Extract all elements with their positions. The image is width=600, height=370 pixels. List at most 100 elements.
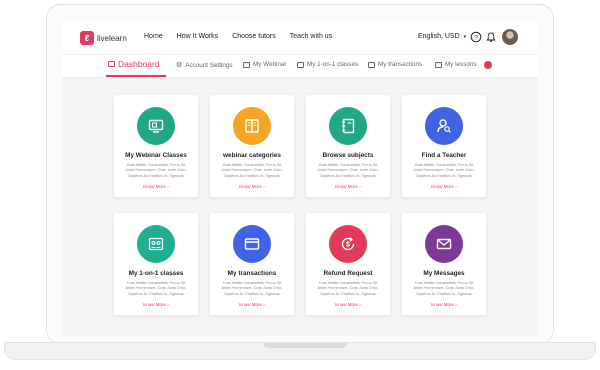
main-nav: Home How It Works Choose tutors Teach wi…: [144, 33, 332, 40]
language-currency-select[interactable]: English, USD ▾: [418, 33, 466, 40]
card-icon: [244, 238, 260, 250]
card-icon-circle: [329, 107, 367, 145]
know-more-label: Know More: [239, 184, 262, 189]
tab-account-settings-label: Account Settings: [185, 61, 233, 69]
nav-choose-tutors[interactable]: Choose tutors: [232, 33, 276, 40]
card-title: My Messages: [423, 270, 465, 277]
card-refund-request[interactable]: $ Refund Request Cras Mattis Consectetur…: [306, 213, 390, 315]
help-icon[interactable]: ?: [470, 31, 482, 43]
know-more-link[interactable]: Know More ›: [402, 184, 486, 189]
tab-my-transactions[interactable]: My transactions: [368, 61, 422, 68]
classes-icon: [297, 61, 304, 68]
card-title: webinar categories: [223, 152, 281, 159]
card-icon-circle: [233, 107, 271, 145]
card-my-messages[interactable]: My Messages Cras Mattis Consectetur Puru…: [402, 213, 486, 315]
user-avatar[interactable]: [502, 29, 518, 45]
notification-badge: [484, 61, 492, 69]
card-title: My transactions: [227, 270, 277, 277]
know-more-label: Know More: [431, 302, 454, 307]
know-more-link[interactable]: Know More ›: [306, 302, 390, 307]
card-description: Cras Mattis Consectetur Purus Sit Amet F…: [317, 162, 379, 178]
logo-text: livelearn: [97, 33, 127, 43]
card-description: Cras Mattis Consectetur Purus Sit Amet F…: [413, 280, 475, 296]
know-more-label: Know More: [143, 184, 166, 189]
chevron-right-icon: ›: [359, 184, 361, 189]
settings-icon: ⚙: [176, 62, 183, 69]
mail-icon: [436, 238, 452, 250]
card-my-transactions[interactable]: My transactions Cras Mattis Consectetur …: [210, 213, 294, 315]
card-description: Cras Mattis Consectetur Purus Sit Amet F…: [125, 162, 187, 178]
card-icon-circle: $: [329, 225, 367, 263]
tab-my-webinar[interactable]: My Webinar: [243, 61, 286, 68]
monitor-icon: [243, 61, 250, 68]
card-title: Find a Teacher: [421, 152, 467, 159]
tab-my-lessons-label: My lessons: [445, 61, 477, 68]
card-icon-circle: [233, 225, 271, 263]
chevron-right-icon: ›: [167, 302, 169, 307]
refund-icon: $: [341, 237, 355, 251]
tab-my-1on1-classes-label: My 1-on-1 classes: [307, 61, 359, 68]
laptop-notch: [263, 343, 347, 348]
know-more-link[interactable]: Know More ›: [114, 184, 198, 189]
card-description: Cras Mattis Consectetur Purus Sit Amet F…: [413, 162, 475, 178]
card-icon-circle: [137, 107, 175, 145]
card-description: Cras Mattis Consectetur Purus Sit Amet F…: [125, 280, 187, 296]
nav-how-it-works[interactable]: How It Works: [177, 33, 219, 40]
app-screen: ℓ livelearn Home How It Works Choose tut…: [62, 22, 538, 336]
tab-dashboard-label: Dashboard: [118, 59, 160, 69]
chevron-right-icon: ›: [359, 302, 361, 307]
tab-dashboard[interactable]: Dashboard: [108, 59, 160, 69]
know-more-link[interactable]: Know More ›: [210, 184, 294, 189]
card-my-webinar-classes[interactable]: My Webinar Classes Cras Mattis Consectet…: [114, 95, 198, 197]
top-navbar: ℓ livelearn Home How It Works Choose tut…: [62, 22, 538, 55]
dashboard-icon: [108, 61, 115, 67]
card-title: Refund Request: [323, 270, 373, 277]
book-icon: [245, 119, 259, 133]
chevron-right-icon: ›: [263, 302, 265, 307]
know-more-link[interactable]: Know More ›: [114, 302, 198, 307]
laptop-base: [4, 342, 596, 360]
card-icon-circle: [425, 107, 463, 145]
contacts-icon: [148, 237, 164, 251]
card-title: My 1-on-1 classes: [128, 270, 184, 277]
logo-icon: ℓ: [80, 31, 94, 45]
tab-my-lessons[interactable]: My lessons: [435, 61, 477, 68]
tab-my-webinar-label: My Webinar: [253, 61, 287, 68]
card-description: Cras Mattis Consectetur Purus Sit Amet F…: [221, 280, 283, 296]
bell-icon[interactable]: [485, 31, 497, 43]
book-icon: [435, 61, 442, 68]
chevron-down-icon: ▾: [463, 34, 467, 40]
user-search-icon: [437, 119, 451, 133]
know-more-label: Know More: [431, 184, 454, 189]
chevron-right-icon: ›: [263, 184, 265, 189]
chevron-right-icon: ›: [167, 184, 169, 189]
know-more-link[interactable]: Know More ›: [402, 302, 486, 307]
know-more-link[interactable]: Know More ›: [306, 184, 390, 189]
nav-teach-with-us[interactable]: Teach with us: [290, 33, 332, 40]
tab-account-settings[interactable]: ⚙ Account Settings: [176, 61, 233, 70]
chevron-right-icon: ›: [455, 184, 457, 189]
svg-text:$: $: [346, 242, 350, 249]
nav-home[interactable]: Home: [144, 33, 163, 40]
monitor-icon: [148, 119, 164, 133]
know-more-link[interactable]: Know More ›: [210, 302, 294, 307]
card-description: Cras Mattis Consectetur Purus Sit Amet F…: [317, 280, 379, 296]
card-find-a-teacher[interactable]: Find a Teacher Cras Mattis Consectetur P…: [402, 95, 486, 197]
know-more-label: Know More: [143, 302, 166, 307]
card-title: My Webinar Classes: [125, 152, 187, 159]
language-currency-label: English, USD: [418, 33, 460, 40]
card-my-1on1-classes[interactable]: My 1-on-1 classes Cras Mattis Consectetu…: [114, 213, 198, 315]
card-icon-circle: [137, 225, 175, 263]
card-icon: [368, 61, 375, 68]
card-icon-circle: [425, 225, 463, 263]
tab-my-transactions-label: My transactions: [378, 61, 423, 68]
chevron-right-icon: ›: [455, 302, 457, 307]
brand-logo[interactable]: ℓ livelearn: [80, 31, 127, 45]
notebook-icon: [342, 118, 355, 134]
card-webinar-categories[interactable]: webinar categories Cras Mattis Consectet…: [210, 95, 294, 197]
card-title: Browse subjects: [322, 152, 374, 159]
know-more-label: Know More: [239, 302, 262, 307]
tab-my-1on1-classes[interactable]: My 1-on-1 classes: [297, 61, 358, 68]
card-browse-subjects[interactable]: Browse subjects Cras Mattis Consectetur …: [306, 95, 390, 197]
card-description: Cras Mattis Consectetur Purus Sit Amet F…: [221, 162, 283, 178]
